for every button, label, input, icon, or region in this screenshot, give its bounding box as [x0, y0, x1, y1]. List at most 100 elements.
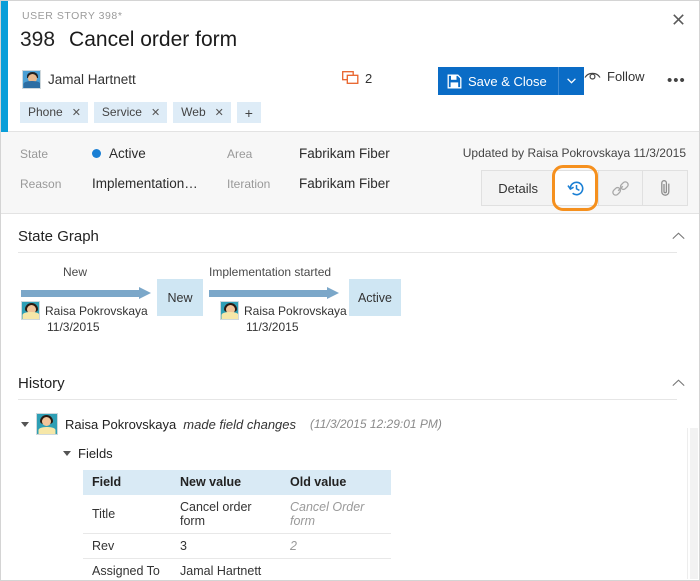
tab-history[interactable] — [555, 171, 599, 205]
transition-1-author: Raisa Pokrovskaya 11/3/2015 — [21, 301, 148, 334]
follow-button-label: Follow — [607, 69, 645, 84]
field-area-value: Fabrikam Fiber — [299, 146, 390, 161]
follow-button[interactable]: Follow — [584, 69, 645, 84]
close-glyph — [673, 14, 684, 25]
page-title: 398 Cancel order form — [20, 28, 237, 52]
history-divider — [18, 399, 677, 400]
history-header: History — [1, 375, 699, 392]
triangle-expanded-icon[interactable] — [63, 451, 71, 456]
state-graph-diagram: New Raisa Pokrovskaya 11/3/2015 — [1, 265, 699, 355]
add-tag-button[interactable]: + — [237, 102, 261, 123]
history-entry-summary[interactable]: Raisa Pokrovskaya made field changes (11… — [21, 413, 699, 435]
updated-by-text: Updated by Raisa Pokrovskaya 11/3/2015 — [463, 146, 686, 160]
chevron-up-icon[interactable] — [672, 378, 685, 390]
table-row: Title Cancel order form Cancel Order for… — [83, 495, 391, 534]
state-graph-title: State Graph — [18, 228, 99, 245]
state-graph-header: State Graph — [1, 228, 699, 245]
eye-icon — [584, 71, 601, 82]
close-icon[interactable] — [665, 7, 691, 31]
history-entry-name: Raisa Pokrovskaya — [65, 417, 176, 432]
save-button[interactable]: Save & Close — [438, 67, 558, 95]
discussion-icon — [342, 71, 359, 86]
field-iteration[interactable]: Iteration Fabrikam Fiber — [227, 176, 390, 191]
history-fields-group[interactable]: Fields — [63, 446, 699, 461]
cell-old-value: Cancel Order form — [281, 495, 391, 534]
transition-1-arrow — [21, 289, 151, 298]
work-item-body: State Graph New — [1, 214, 699, 579]
field-area-label: Area — [227, 147, 299, 161]
cell-field: Title — [83, 495, 171, 534]
tag-label: Web — [181, 105, 205, 119]
tag-label: Phone — [28, 105, 63, 119]
state-node-active: Active — [349, 279, 401, 316]
tab-links[interactable] — [599, 171, 643, 205]
state-node-active-label: Active — [358, 291, 392, 305]
work-item-id: 398 — [20, 28, 55, 52]
history-entry-action: made field changes — [183, 417, 296, 432]
scrollbar-thumb[interactable] — [690, 428, 698, 579]
field-state-value: Active — [109, 146, 146, 161]
tag-remove-icon[interactable]: ✕ — [72, 106, 81, 119]
state-node-new: New — [157, 279, 203, 316]
avatar-raisa-icon — [21, 301, 40, 320]
chevron-up-icon[interactable] — [672, 231, 685, 243]
transition-1-person: Raisa Pokrovskaya — [45, 304, 148, 318]
state-dot-icon — [92, 149, 101, 158]
tag-web[interactable]: Web ✕ — [173, 102, 231, 123]
tag-remove-icon[interactable]: ✕ — [151, 106, 160, 119]
detail-tabs: Details — [481, 170, 688, 206]
tab-details[interactable]: Details — [482, 171, 555, 205]
field-changes-table: Field New value Old value Title Cancel o… — [83, 470, 391, 579]
transition-2-date: 11/3/2015 — [246, 320, 299, 334]
history-entry-timestamp: (11/3/2015 12:29:01 PM) — [310, 417, 442, 431]
transition-2-arrow — [209, 289, 339, 298]
work-item-header: USER STORY 398* 398 Cancel order form Ja… — [1, 1, 699, 132]
tab-details-label: Details — [498, 181, 538, 196]
field-state-label: State — [20, 147, 92, 161]
cell-old-value — [281, 559, 391, 580]
save-dropdown-button[interactable] — [558, 67, 584, 95]
field-state[interactable]: State Active — [20, 146, 146, 161]
field-reason[interactable]: Reason Implementation… — [20, 176, 198, 191]
column-header-field: Field — [83, 470, 171, 495]
transition-1-label: New — [63, 265, 87, 279]
history-title: History — [18, 375, 65, 392]
assigned-to-name: Jamal Hartnett — [48, 72, 136, 87]
field-area[interactable]: Area Fabrikam Fiber — [227, 146, 390, 161]
table-row: Rev 3 2 — [83, 534, 391, 559]
discussion-count-value: 2 — [365, 71, 372, 86]
triangle-expanded-icon[interactable] — [21, 422, 29, 427]
work-item-title[interactable]: Cancel order form — [69, 28, 237, 52]
tag-phone[interactable]: Phone ✕ — [20, 102, 88, 123]
tab-attachments[interactable] — [643, 171, 687, 205]
avatar-raisa-icon — [220, 301, 239, 320]
transition-2-label: Implementation started — [209, 265, 331, 279]
assigned-to[interactable]: Jamal Hartnett — [22, 70, 136, 89]
tag-service[interactable]: Service ✕ — [94, 102, 167, 123]
tag-list: Phone ✕ Service ✕ Web ✕ + — [20, 102, 261, 123]
table-header-row: Field New value Old value — [83, 470, 391, 495]
history-icon — [567, 179, 586, 198]
transition-2-person: Raisa Pokrovskaya — [244, 304, 347, 318]
chevron-down-icon — [567, 78, 576, 84]
transition-1-date: 11/3/2015 — [47, 320, 100, 334]
transition-2-author: Raisa Pokrovskaya 11/3/2015 — [220, 301, 347, 334]
tag-remove-icon[interactable]: ✕ — [215, 106, 224, 119]
history-entry: Raisa Pokrovskaya made field changes (11… — [1, 413, 699, 579]
cell-field: Assigned To — [83, 559, 171, 580]
field-reason-label: Reason — [20, 177, 92, 191]
cell-old-value: 2 — [281, 534, 391, 559]
ellipsis-icon[interactable]: ••• — [667, 72, 686, 89]
table-row: Assigned To Jamal Hartnett — [83, 559, 391, 580]
discussion-count[interactable]: 2 — [342, 71, 372, 86]
field-iteration-label: Iteration — [227, 177, 299, 191]
save-button-label: Save & Close — [468, 74, 547, 89]
save-icon — [447, 74, 462, 89]
cell-new-value: Jamal Hartnett — [171, 559, 281, 580]
history-fields-label: Fields — [78, 446, 113, 461]
save-button-group: Save & Close — [438, 67, 584, 95]
vertical-scrollbar[interactable] — [687, 428, 699, 579]
type-accent-bar — [1, 1, 8, 132]
breadcrumb: USER STORY 398* — [22, 10, 122, 22]
chevron-up-glyph — [672, 232, 685, 240]
